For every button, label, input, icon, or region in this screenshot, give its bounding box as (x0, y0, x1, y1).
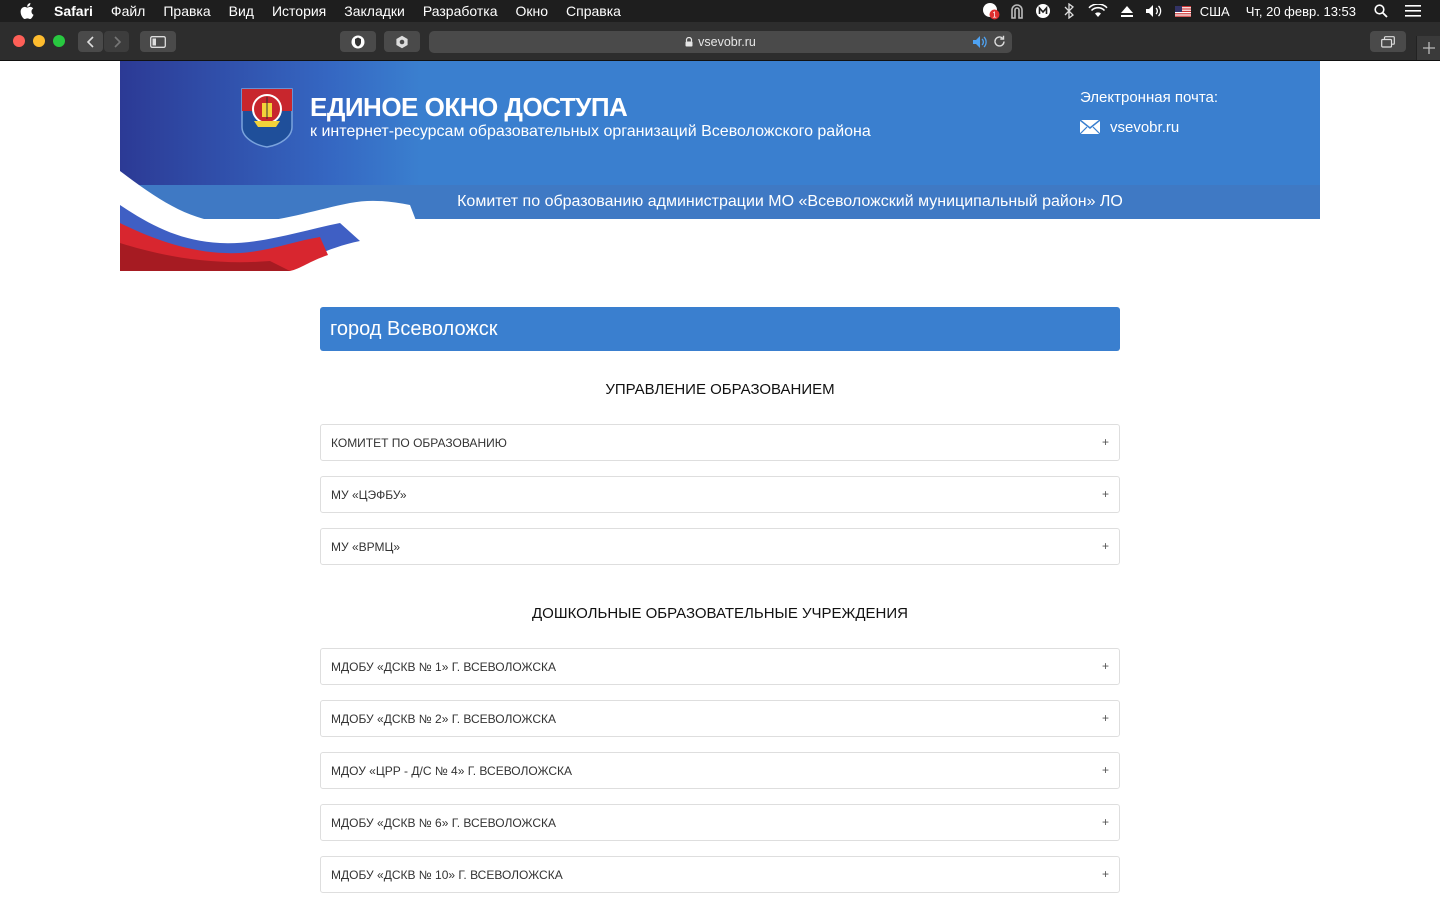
menubar-clock[interactable]: Чт, 20 февр. 13:53 (1246, 4, 1356, 19)
expand-plus-icon[interactable]: + (1102, 867, 1109, 881)
apple-menu-icon[interactable] (20, 3, 36, 19)
wifi-icon[interactable] (1086, 3, 1110, 19)
forward-button[interactable] (104, 31, 129, 52)
reload-icon[interactable] (993, 35, 1006, 48)
m-app-icon[interactable] (1034, 3, 1052, 19)
expand-plus-icon[interactable]: + (1102, 711, 1109, 725)
web-page: ЕДИНОЕ ОКНО ДОСТУПА к интернет-ресурсам … (0, 61, 1440, 900)
accordion-item-label: МУ «ВРМЦ» (331, 539, 401, 554)
address-bar-url: vsevobr.ru (698, 35, 756, 49)
back-button[interactable] (78, 31, 103, 52)
accordion-item[interactable]: МДОБУ «ДСКВ № 10» Г. ВСЕВОЛОЖСКА + (320, 856, 1120, 893)
menu-history[interactable]: История (272, 3, 326, 19)
expand-plus-icon[interactable]: + (1102, 435, 1109, 449)
tab-overview-button[interactable] (1370, 31, 1406, 52)
menu-help[interactable]: Справка (566, 3, 621, 19)
accordion-item[interactable]: МУ «ЦЭФБУ» + (320, 476, 1120, 513)
email-contact[interactable]: vsevobr.ru (1080, 117, 1179, 137)
menu-view[interactable]: Вид (229, 3, 254, 19)
accordion-item[interactable]: МДОБУ «ДСКВ № 6» Г. ВСЕВОЛОЖСКА + (320, 804, 1120, 841)
lock-icon (685, 37, 693, 47)
accordion-item-label: МДОБУ «ДСКВ № 1» Г. ВСЕВОЛОЖСКА (331, 659, 557, 674)
menu-app-name[interactable]: Safari (54, 3, 93, 19)
notification-center-icon[interactable] (1404, 3, 1422, 19)
menu-bookmarks[interactable]: Закладки (344, 3, 405, 19)
window-close-button[interactable] (13, 35, 25, 47)
expand-plus-icon[interactable]: + (1102, 763, 1109, 777)
menu-develop[interactable]: Разработка (423, 3, 498, 19)
mail-icon (1080, 120, 1100, 134)
menu-file[interactable]: Файл (111, 3, 145, 19)
expand-plus-icon[interactable]: + (1102, 815, 1109, 829)
accordion-item-label: МУ «ЦЭФБУ» (331, 487, 407, 502)
bluetooth-icon[interactable] (1060, 3, 1078, 19)
us-flag-icon[interactable] (1174, 3, 1192, 19)
email-label: Электронная почта: (1080, 89, 1219, 106)
accordion-item-label: МДОБУ «ДСКВ № 10» Г. ВСЕВОЛОЖСКА (331, 867, 563, 882)
accordion-item-label: МДОУ «ЦРР - Д/С № 4» Г. ВСЕВОЛОЖСКА (331, 763, 573, 778)
extension-hexagon-icon[interactable] (384, 31, 420, 52)
spotlight-search-icon[interactable] (1372, 3, 1390, 19)
site-subtitle: к интернет-ресурсам образовательных орга… (310, 123, 871, 140)
city-heading: город Всеволожск (320, 307, 1120, 351)
menu-edit[interactable]: Правка (163, 3, 210, 19)
section-title-education-management: УПРАВЛЕНИЕ ОБРАЗОВАНИЕМ (605, 381, 835, 398)
volume-icon[interactable] (1144, 3, 1166, 19)
macos-menubar: Safari Файл Правка Вид История Закладки … (0, 0, 1440, 22)
notification-app-icon[interactable]: 1 (982, 3, 1000, 20)
window-minimize-button[interactable] (33, 35, 45, 47)
accordion-item[interactable]: МДОБУ «ДСКВ № 1» Г. ВСЕВОЛОЖСКА + (320, 648, 1120, 685)
committee-title: Комитет по образованию администрации МО … (457, 193, 1123, 210)
address-bar[interactable]: vsevobr.ru (429, 31, 1012, 53)
airplay-eject-icon[interactable] (1118, 3, 1136, 19)
notification-badge-count: 1 (992, 11, 997, 20)
site-title: ЕДИНОЕ ОКНО ДОСТУПА (310, 92, 628, 122)
menu-window[interactable]: Окно (515, 3, 548, 19)
expand-plus-icon[interactable]: + (1102, 539, 1109, 553)
accordion-item-label: КОМИТЕТ ПО ОБРАЗОВАНИЮ (331, 435, 507, 450)
menubar-status-area: 1 США Чт, 20 февр. 13:53 (982, 0, 1440, 22)
input-source-label[interactable]: США (1200, 4, 1230, 19)
accordion-item[interactable]: КОМИТЕТ ПО ОБРАЗОВАНИЮ + (320, 424, 1120, 461)
email-link[interactable]: vsevobr.ru (1110, 119, 1179, 136)
new-tab-button[interactable] (1416, 36, 1440, 60)
expand-plus-icon[interactable]: + (1102, 487, 1109, 501)
browser-toolbar: vsevobr.ru (0, 22, 1440, 61)
extension-shield-icon[interactable] (340, 31, 376, 52)
accordion-item[interactable]: МДОБУ «ДСКВ № 2» Г. ВСЕВОЛОЖСКА + (320, 700, 1120, 737)
window-zoom-button[interactable] (53, 35, 65, 47)
section-title-preschool: ДОШКОЛЬНЫЕ ОБРАЗОВАТЕЛЬНЫЕ УЧРЕЖДЕНИЯ (532, 605, 908, 622)
expand-plus-icon[interactable]: + (1102, 659, 1109, 673)
accordion-item[interactable]: МУ «ВРМЦ» + (320, 528, 1120, 565)
accordion-item-label: МДОБУ «ДСКВ № 2» Г. ВСЕВОЛОЖСКА (331, 711, 557, 726)
accordion-item-label: МДОБУ «ДСКВ № 6» Г. ВСЕВОЛОЖСКА (331, 815, 557, 830)
accordion-item[interactable]: МДОУ «ЦРР - Д/С № 4» Г. ВСЕВОЛОЖСКА + (320, 752, 1120, 789)
sidebar-toggle-button[interactable] (140, 31, 176, 52)
vpn-icon[interactable] (1008, 3, 1026, 19)
coat-of-arms-icon (241, 88, 293, 148)
audio-playing-icon[interactable] (972, 35, 988, 49)
